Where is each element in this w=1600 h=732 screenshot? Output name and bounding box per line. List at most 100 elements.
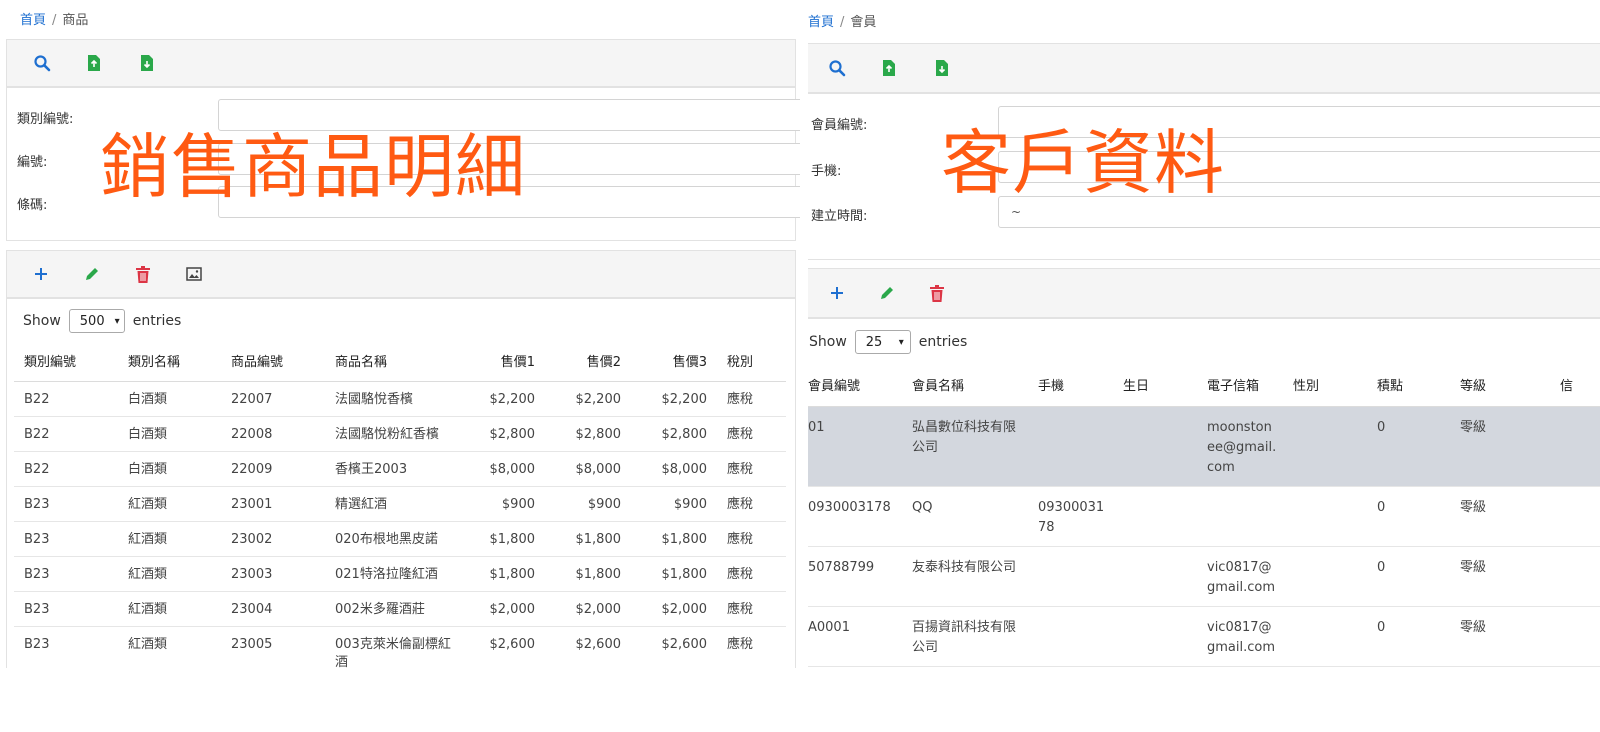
table-cell: vic0817@gmail.com — [1199, 546, 1285, 607]
table-cell: 精選紅酒 — [325, 486, 471, 522]
table-row[interactable]: 50788799 友泰科技有限公司 vic0817@gmail.com 0 零級 — [808, 546, 1600, 607]
table-row[interactable]: 01 弘昌數位科技有限公司 moonstonee@gmail.com 0 零級 — [808, 406, 1600, 487]
column-header[interactable]: 售價1 — [471, 341, 545, 382]
table-cell — [1030, 546, 1115, 607]
search-icon[interactable] — [825, 56, 849, 80]
column-header[interactable]: 商品編號 — [221, 341, 325, 382]
products-panel: 首頁 / 商品 類別編號: 編號: 條碼: 銷售商品明細 Show 500 ▾ … — [0, 0, 800, 732]
delete-icon[interactable] — [131, 262, 155, 286]
table-cell — [1285, 546, 1369, 607]
page-size-select[interactable]: 500 ▾ — [68, 309, 125, 333]
table-row[interactable]: B23 紅酒類 23005 003克萊米倫副標紅酒 $2,600 $2,600 $2,600… — [14, 626, 786, 673]
table-cell: $2,800 — [471, 416, 545, 452]
table-cell: 23001 — [221, 486, 325, 522]
column-header[interactable]: 商品名稱 — [325, 341, 471, 382]
products-table: 類別編號 類別名稱 商品編號 商品名稱 售價1 售價2 售價3 稅別 B22 白酒類 22007 法… — [14, 341, 786, 673]
search-icon[interactable] — [30, 51, 54, 75]
table-cell: $2,800 — [545, 416, 631, 452]
table-cell — [1285, 406, 1369, 487]
column-header[interactable]: 等級 — [1452, 364, 1552, 407]
column-header[interactable]: 售價3 — [631, 341, 717, 382]
table-cell — [1199, 486, 1285, 547]
table-cell: 23003 — [221, 556, 325, 592]
table-cell: $1,800 — [631, 556, 717, 592]
column-header[interactable]: 信 — [1552, 364, 1600, 407]
table-cell — [1285, 486, 1369, 547]
table-cell: 0 — [1369, 486, 1452, 547]
table-row[interactable]: B23 紅酒類 23002 020布根地黑皮諾 $1,800 $1,800 $1,800 應稅 — [14, 521, 786, 557]
table-cell — [1030, 406, 1115, 487]
table-cell: 應稅 — [717, 521, 786, 557]
column-header[interactable]: 類別編號 — [14, 341, 118, 382]
table-cell: $1,800 — [471, 556, 545, 592]
file-export-icon[interactable] — [82, 51, 106, 75]
table-cell: 零級 — [1452, 406, 1552, 487]
table-cell: 紅酒類 — [118, 626, 221, 673]
table-cell — [1115, 406, 1199, 487]
table-cell: 23004 — [221, 591, 325, 627]
page-size-control: Show 25 ▾ entries — [809, 330, 967, 354]
column-header[interactable]: 會員編號 — [808, 364, 904, 407]
table-cell: B23 — [14, 556, 118, 592]
table-cell: B23 — [14, 486, 118, 522]
column-header[interactable]: 手機 — [1030, 364, 1115, 407]
code-label: 編號: — [17, 155, 48, 170]
table-cell: 應稅 — [717, 486, 786, 522]
table-row[interactable]: A0001 百揚資訊科技有限公司 vic0817@gmail.com 0 零級 — [808, 606, 1600, 667]
file-export-icon[interactable] — [877, 56, 901, 80]
table-row[interactable]: 0930003178 QQ 0930003178 0 零級 — [808, 486, 1600, 547]
table-row[interactable]: B22 白酒類 22009 香檳王2003 $8,000 $8,000 $8,000 應稅 — [14, 451, 786, 487]
table-cell: moonstonee@gmail.com — [1199, 406, 1285, 487]
table-cell: 零級 — [1452, 546, 1552, 607]
table-row[interactable]: B23 紅酒類 23001 精選紅酒 $900 $900 $900 應稅 — [14, 486, 786, 522]
edit-icon[interactable] — [80, 262, 104, 286]
table-row[interactable]: B23 紅酒類 23004 002米多羅酒莊 $2,000 $2,000 $2,000 應稅 — [14, 591, 786, 627]
table-cell: 22008 — [221, 416, 325, 452]
column-header[interactable]: 會員名稱 — [904, 364, 1030, 407]
breadcrumb-home-link[interactable]: 首頁 — [808, 15, 834, 30]
table-cell: $1,800 — [631, 521, 717, 557]
breadcrumb-current: 會員 — [850, 15, 877, 30]
table-cell: 零級 — [1452, 606, 1552, 667]
table-cell: 22007 — [221, 381, 325, 417]
column-header[interactable]: 生日 — [1115, 364, 1199, 407]
column-header[interactable]: 稅別 — [717, 341, 786, 382]
column-header[interactable]: 類別名稱 — [118, 341, 221, 382]
edit-icon[interactable] — [875, 281, 899, 305]
add-icon[interactable] — [29, 262, 53, 286]
add-icon[interactable] — [825, 281, 849, 305]
table-row[interactable]: B23 紅酒類 23003 021特洛拉隆紅酒 $1,800 $1,800 $1,800 應稅 — [14, 556, 786, 592]
table-cell — [1552, 406, 1600, 487]
table-cell: QQ — [904, 486, 1030, 547]
table-cell: $1,800 — [471, 521, 545, 557]
table-cell: 應稅 — [717, 591, 786, 627]
table-cell: $900 — [545, 486, 631, 522]
breadcrumb: 首頁 / 會員 — [808, 11, 876, 30]
table-cell: 紅酒類 — [118, 591, 221, 627]
column-header[interactable]: 性別 — [1285, 364, 1369, 407]
breadcrumb-home-link[interactable]: 首頁 — [20, 13, 46, 28]
table-cell: 友泰科技有限公司 — [904, 546, 1030, 607]
image-icon[interactable] — [182, 262, 206, 286]
overlay-title: 銷售商品明細 — [100, 126, 526, 208]
barcode-label: 條碼: — [17, 198, 48, 213]
table-cell — [1285, 606, 1369, 667]
table-row[interactable]: B22 白酒類 22008 法國駱悅粉紅香檳 $2,800 $2,800 $2,800 應稅 — [14, 416, 786, 452]
column-header[interactable]: 積點 — [1369, 364, 1452, 407]
file-import-icon[interactable] — [135, 51, 159, 75]
column-header[interactable]: 電子信箱 — [1199, 364, 1285, 407]
table-cell: 021特洛拉隆紅酒 — [325, 556, 471, 592]
delete-icon[interactable] — [925, 281, 949, 305]
table-cell: $2,200 — [631, 381, 717, 417]
breadcrumb-separator: / — [52, 13, 57, 28]
table-cell: 白酒類 — [118, 416, 221, 452]
table-cell: 應稅 — [717, 381, 786, 417]
page-size-select[interactable]: 25 ▾ — [854, 330, 911, 354]
column-header[interactable]: 售價2 — [545, 341, 631, 382]
page-size-control: Show 500 ▾ entries — [23, 309, 181, 333]
table-cell: 零級 — [1452, 486, 1552, 547]
file-import-icon[interactable] — [930, 56, 954, 80]
table-cell: 50788799 — [808, 546, 904, 607]
table-cell: B23 — [14, 591, 118, 627]
table-row[interactable]: B22 白酒類 22007 法國駱悅香檳 $2,200 $2,200 $2,200 應稅 — [14, 381, 786, 417]
